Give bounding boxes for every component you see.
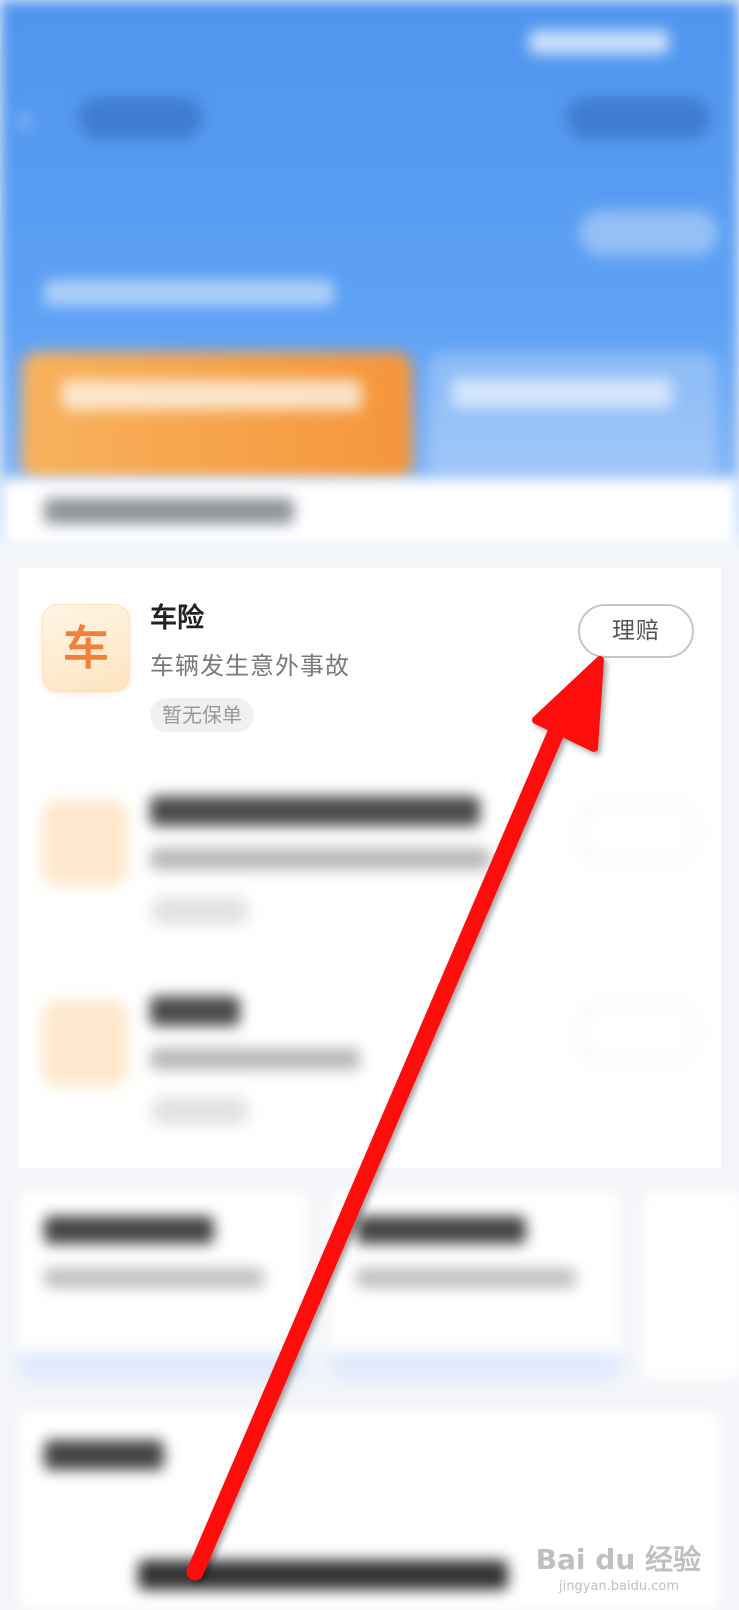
- item-title: 车险: [150, 603, 204, 634]
- hero-subtitle: [44, 280, 334, 306]
- policy-status-tag: 暂无保单: [150, 698, 254, 732]
- watermark-site: jingyan.baidu.com: [559, 1579, 679, 1594]
- list-item-car-insurance[interactable]: 车 车险 车辆发生意外事故 暂无保单 理赔: [18, 568, 721, 758]
- promo-card-orange[interactable]: [22, 352, 412, 480]
- claim-button-blurred[interactable]: [578, 1004, 698, 1062]
- claim-button[interactable]: 理赔: [578, 604, 694, 658]
- insurance-list: 车 车险 车辆发生意外事故 暂无保单 理赔: [18, 568, 721, 1168]
- car-insurance-icon: 车: [42, 604, 130, 692]
- service-cards: [18, 1190, 739, 1390]
- location-pill[interactable]: [78, 96, 203, 140]
- header-actions[interactable]: [566, 96, 711, 140]
- status-bar-icons: [529, 30, 669, 54]
- promo-card-blue[interactable]: [428, 352, 718, 480]
- service-card[interactable]: [18, 1190, 308, 1380]
- list-item[interactable]: [18, 964, 721, 1154]
- medical-icon: [42, 1000, 128, 1086]
- claim-button-blurred[interactable]: [578, 804, 698, 862]
- accident-icon: [42, 800, 128, 886]
- watermark-logo: Bai du 经验: [535, 1543, 701, 1576]
- service-card[interactable]: [330, 1190, 620, 1380]
- header-hero: ‹: [0, 0, 739, 540]
- back-arrow-icon[interactable]: ‹: [18, 100, 32, 140]
- list-item[interactable]: [18, 764, 721, 954]
- item-description: 车辆发生意外事故: [150, 652, 350, 680]
- section-header: [0, 478, 739, 548]
- hero-button[interactable]: [579, 210, 719, 256]
- service-card[interactable]: [642, 1190, 739, 1380]
